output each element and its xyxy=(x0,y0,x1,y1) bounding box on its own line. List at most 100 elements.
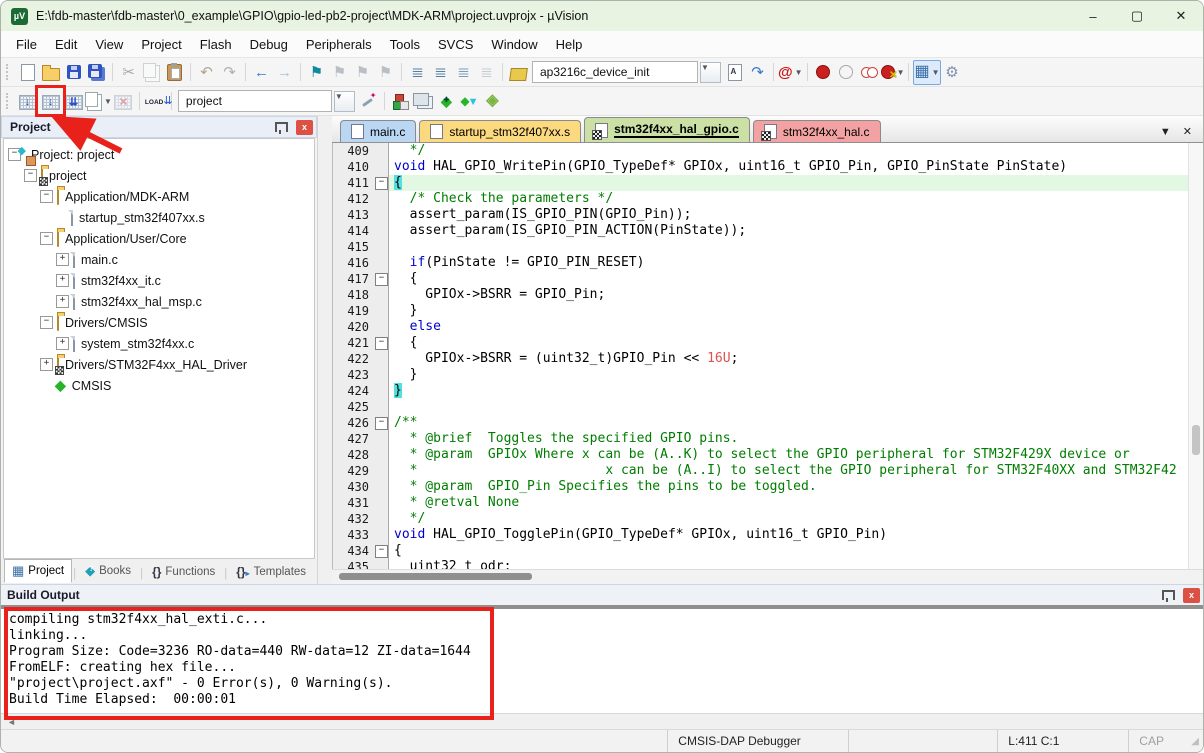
fold-collapse-icon[interactable]: − xyxy=(375,273,388,286)
unindent-button[interactable]: ≣ xyxy=(406,61,429,84)
tree-expander[interactable]: + xyxy=(56,253,69,266)
redo-button[interactable]: ↷ xyxy=(218,61,241,84)
editor-vertical-scrollbar[interactable] xyxy=(1188,143,1203,569)
incremental-find-button[interactable]: ↷ xyxy=(746,61,769,84)
menu-project[interactable]: Project xyxy=(132,33,190,56)
insert-remove-breakpoint-button[interactable] xyxy=(812,61,835,84)
menu-edit[interactable]: Edit xyxy=(46,33,86,56)
find-in-files-button[interactable]: A xyxy=(723,61,746,84)
target-select-combo[interactable]: project xyxy=(178,90,332,112)
tree-expander[interactable]: + xyxy=(40,358,53,371)
minimize-button[interactable]: – xyxy=(1071,1,1115,31)
pin-icon[interactable] xyxy=(275,122,288,132)
build-output-log[interactable]: compiling stm32f4xx_hal_exti.c...linking… xyxy=(1,609,1203,713)
tree-item-stm32f4xx-it-c[interactable]: +stm32f4xx_it.c xyxy=(4,270,314,291)
menu-svcs[interactable]: SVCS xyxy=(429,33,482,56)
tree-item-application-user-core[interactable]: −Application/User/Core xyxy=(4,228,314,249)
tab-close-icon[interactable]: ✕ xyxy=(1178,125,1197,138)
tree-item-main-c[interactable]: +main.c xyxy=(4,249,314,270)
tree-item-project-project[interactable]: −◆Project: project xyxy=(4,144,314,165)
tree-expander[interactable]: + xyxy=(56,274,69,287)
menu-view[interactable]: View xyxy=(86,33,132,56)
clear-all-bookmarks-button[interactable]: ⚑ xyxy=(374,61,397,84)
tree-expander[interactable]: + xyxy=(56,295,69,308)
select-software-packs-button[interactable]: ◆▼ xyxy=(458,90,481,113)
new-file-button[interactable] xyxy=(16,61,39,84)
tree-item-system-stm32f4xx-c[interactable]: +system_stm32f4xx.c xyxy=(4,333,314,354)
close-button[interactable]: ✕ xyxy=(1159,1,1203,31)
tree-expander[interactable]: − xyxy=(40,316,53,329)
copy-button[interactable] xyxy=(140,61,163,84)
editor-tab-stm32f4xx-hal-c[interactable]: stm32f4xx_hal.c xyxy=(753,120,881,142)
menu-tools[interactable]: Tools xyxy=(381,33,429,56)
file-extensions-button[interactable] xyxy=(412,90,435,113)
editor-horizontal-scrollbar[interactable] xyxy=(332,569,1203,584)
project-tree[interactable]: −◆Project: project−project−Application/M… xyxy=(3,138,315,559)
editor-tab-startup-stm32f407xx-s[interactable]: startup_stm32f407xx.s xyxy=(419,120,581,142)
save-all-button[interactable] xyxy=(85,61,108,84)
undo-button[interactable]: ↶ xyxy=(195,61,218,84)
build-output-scrollbar[interactable]: ◄ xyxy=(1,713,1203,729)
symbol-combo-dropdown[interactable]: ▼ xyxy=(700,62,721,83)
target-options-button[interactable] xyxy=(357,90,380,113)
save-button[interactable] xyxy=(62,61,85,84)
code-editor[interactable]: 409 */410void HAL_GPIO_WritePin(GPIO_Typ… xyxy=(332,143,1203,569)
panel-tab-books[interactable]: ◆Books xyxy=(77,559,139,583)
tree-expander[interactable]: − xyxy=(40,232,53,245)
menu-peripherals[interactable]: Peripherals xyxy=(297,33,381,56)
menu-debug[interactable]: Debug xyxy=(241,33,297,56)
menu-window[interactable]: Window xyxy=(482,33,546,56)
fold-collapse-icon[interactable]: − xyxy=(375,545,388,558)
uncomment-selection-button[interactable]: ≣ xyxy=(475,61,498,84)
fold-collapse-icon[interactable]: − xyxy=(375,337,388,350)
scrollbar-thumb[interactable] xyxy=(1192,425,1200,455)
pack-installer-button[interactable]: ◈ xyxy=(481,90,504,113)
tree-item-application-mdk-arm[interactable]: −Application/MDK-ARM xyxy=(4,186,314,207)
find-in-files-book-button[interactable] xyxy=(507,61,530,84)
menu-flash[interactable]: Flash xyxy=(191,33,241,56)
fold-collapse-icon[interactable]: − xyxy=(375,177,388,190)
previous-bookmark-button[interactable]: ⚑ xyxy=(328,61,351,84)
rebuild-all-button[interactable]: ⇊ xyxy=(62,90,85,113)
batch-build-button[interactable]: ▼ xyxy=(85,90,112,113)
scrollbar-thumb[interactable] xyxy=(339,573,532,580)
toggle-bookmark-button[interactable]: ⚑ xyxy=(305,61,328,84)
manage-rte-button[interactable]: ◆ xyxy=(435,90,458,113)
translate-file-button[interactable]: ↓ xyxy=(16,90,39,113)
tree-item-startup-stm32f407xx-s[interactable]: startup_stm32f407xx.s xyxy=(4,207,314,228)
fold-collapse-icon[interactable]: − xyxy=(375,417,388,430)
editor-tab-main-c[interactable]: main.c xyxy=(340,120,416,142)
manage-project-items-button[interactable] xyxy=(389,90,412,113)
tree-item-drivers-stm32f4xx-hal-driver[interactable]: +Drivers/STM32F4xx_HAL_Driver xyxy=(4,354,314,375)
tab-list-dropdown-icon[interactable]: ▼ xyxy=(1155,126,1176,138)
kill-all-breakpoints-button[interactable]: ✕▼ xyxy=(881,61,905,84)
project-panel-close-icon[interactable]: x xyxy=(296,120,313,135)
build-output-close-icon[interactable]: x xyxy=(1183,588,1200,603)
navigate-forward-button[interactable]: → xyxy=(273,61,296,84)
enable-disable-breakpoint-button[interactable] xyxy=(835,61,858,84)
maximize-button[interactable]: ▢ xyxy=(1115,1,1159,31)
configure-target-wrench-button[interactable]: ⚙ xyxy=(941,61,964,84)
build-button[interactable]: ↓ xyxy=(39,90,62,113)
tree-item-drivers-cmsis[interactable]: −Drivers/CMSIS xyxy=(4,312,314,333)
tree-expander[interactable]: − xyxy=(40,190,53,203)
quick-search-button[interactable]: @▼ xyxy=(778,61,803,84)
download-button[interactable]: LOAD⇊ xyxy=(144,90,167,113)
navigate-back-button[interactable]: ← xyxy=(250,61,273,84)
open-file-button[interactable] xyxy=(39,61,62,84)
paste-button[interactable] xyxy=(163,61,186,84)
pin-icon[interactable] xyxy=(1162,590,1175,600)
editor-tab-stm32f4xx-hal-gpio-c[interactable]: stm32f4xx_hal_gpio.c xyxy=(584,117,750,142)
panel-tab-functions[interactable]: {}Functions xyxy=(144,561,223,583)
disable-all-breakpoints-button[interactable] xyxy=(858,61,881,84)
menu-help[interactable]: Help xyxy=(547,33,592,56)
panel-tab-templates[interactable]: {}▸Templates xyxy=(228,561,314,583)
tree-item-stm32f4xx-hal-msp-c[interactable]: +stm32f4xx_hal_msp.c xyxy=(4,291,314,312)
debug-windows-button[interactable]: ▦▼ xyxy=(913,60,940,85)
scroll-left-icon[interactable]: ◄ xyxy=(3,717,20,727)
stop-build-button[interactable]: ✕ xyxy=(112,90,135,113)
menu-file[interactable]: File xyxy=(7,33,46,56)
symbol-combo[interactable]: ap3216c_device_init xyxy=(532,61,698,83)
panel-tab-project[interactable]: ▦Project xyxy=(4,559,72,583)
next-bookmark-button[interactable]: ⚑ xyxy=(351,61,374,84)
